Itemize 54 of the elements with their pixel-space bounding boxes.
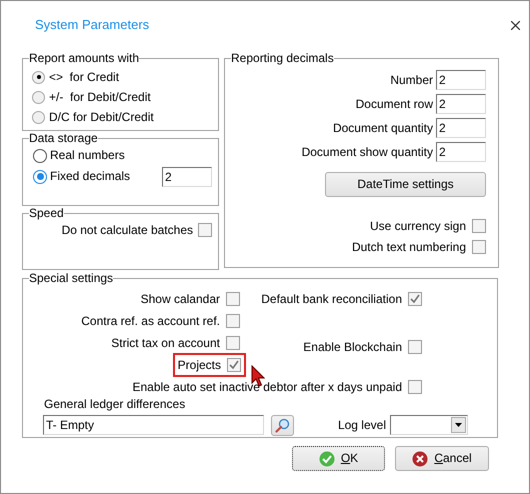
- checkbox[interactable]: [408, 380, 422, 394]
- ledger-field[interactable]: T- Empty: [43, 415, 264, 436]
- radio-label: Real numbers: [50, 148, 125, 163]
- checkbox-label: Show calandar: [140, 292, 220, 306]
- group-label: Data storage: [29, 132, 98, 146]
- checkbox-label: Strict tax on account: [110, 336, 220, 350]
- checkbox-label: Use currency sign: [370, 219, 466, 234]
- close-icon[interactable]: [511, 21, 520, 30]
- ok-button[interactable]: OK: [292, 446, 385, 471]
- group-label: Report amounts with: [29, 52, 140, 66]
- log-level-dropdown[interactable]: [390, 415, 468, 436]
- radio-label: Fixed decimals: [50, 169, 130, 184]
- checkbox[interactable]: [227, 358, 241, 372]
- group-label: Special settings: [29, 272, 114, 286]
- checkbox-label: Enable auto set inactive debtor after x days unpaid: [131, 380, 402, 394]
- checkbox-label: Do not calculate batches: [62, 223, 193, 238]
- radio-label: D/C for Debit/Credit: [49, 110, 154, 124]
- decimals-field[interactable]: 2: [162, 166, 212, 187]
- checkbox[interactable]: [226, 336, 240, 350]
- checkbox[interactable]: [408, 340, 422, 354]
- search-icon: [275, 418, 290, 433]
- checkbox[interactable]: [226, 314, 240, 328]
- checkbox[interactable]: [472, 219, 486, 234]
- checkbox-label: Enable Blockchain: [302, 340, 402, 354]
- number-field[interactable]: 2: [436, 118, 486, 138]
- field-label: Document quantity: [332, 120, 433, 136]
- field-label: Log level: [338, 418, 386, 432]
- field-label: Document row: [356, 96, 433, 112]
- field-label: General ledger differences: [43, 397, 186, 412]
- number-field[interactable]: 2: [436, 142, 486, 162]
- checkbox[interactable]: [226, 292, 240, 306]
- radio-label: <> for Credit: [49, 70, 120, 84]
- checkbox[interactable]: [198, 223, 212, 238]
- radio-button[interactable]: [33, 148, 47, 163]
- checkbox-label: Contra ref. as account ref.: [80, 314, 220, 328]
- number-field[interactable]: 2: [436, 94, 486, 114]
- cancel-button[interactable]: Cancel: [395, 446, 489, 471]
- checkbox[interactable]: [472, 240, 486, 254]
- check-icon: [318, 450, 335, 466]
- checkbox-label: Projects: [178, 358, 221, 372]
- radio-label: +/- for Debit/Credit: [49, 90, 151, 104]
- number-field[interactable]: 2: [436, 70, 486, 90]
- field-label: Document show quantity: [302, 144, 433, 160]
- datetime-settings-button[interactable]: DateTime settings: [325, 172, 486, 198]
- window-title: System Parameters: [35, 17, 150, 33]
- radio-button[interactable]: [33, 170, 47, 184]
- checkbox[interactable]: [408, 292, 422, 306]
- group-label: Reporting decimals: [231, 52, 334, 66]
- checkbox-label: Dutch text numbering: [352, 240, 466, 254]
- search-button[interactable]: [271, 414, 294, 436]
- group-label: Speed: [29, 207, 64, 220]
- cancel-icon: [412, 450, 428, 466]
- field-label: Number: [390, 72, 433, 88]
- checkbox-label: Default bank reconciliation: [260, 292, 402, 306]
